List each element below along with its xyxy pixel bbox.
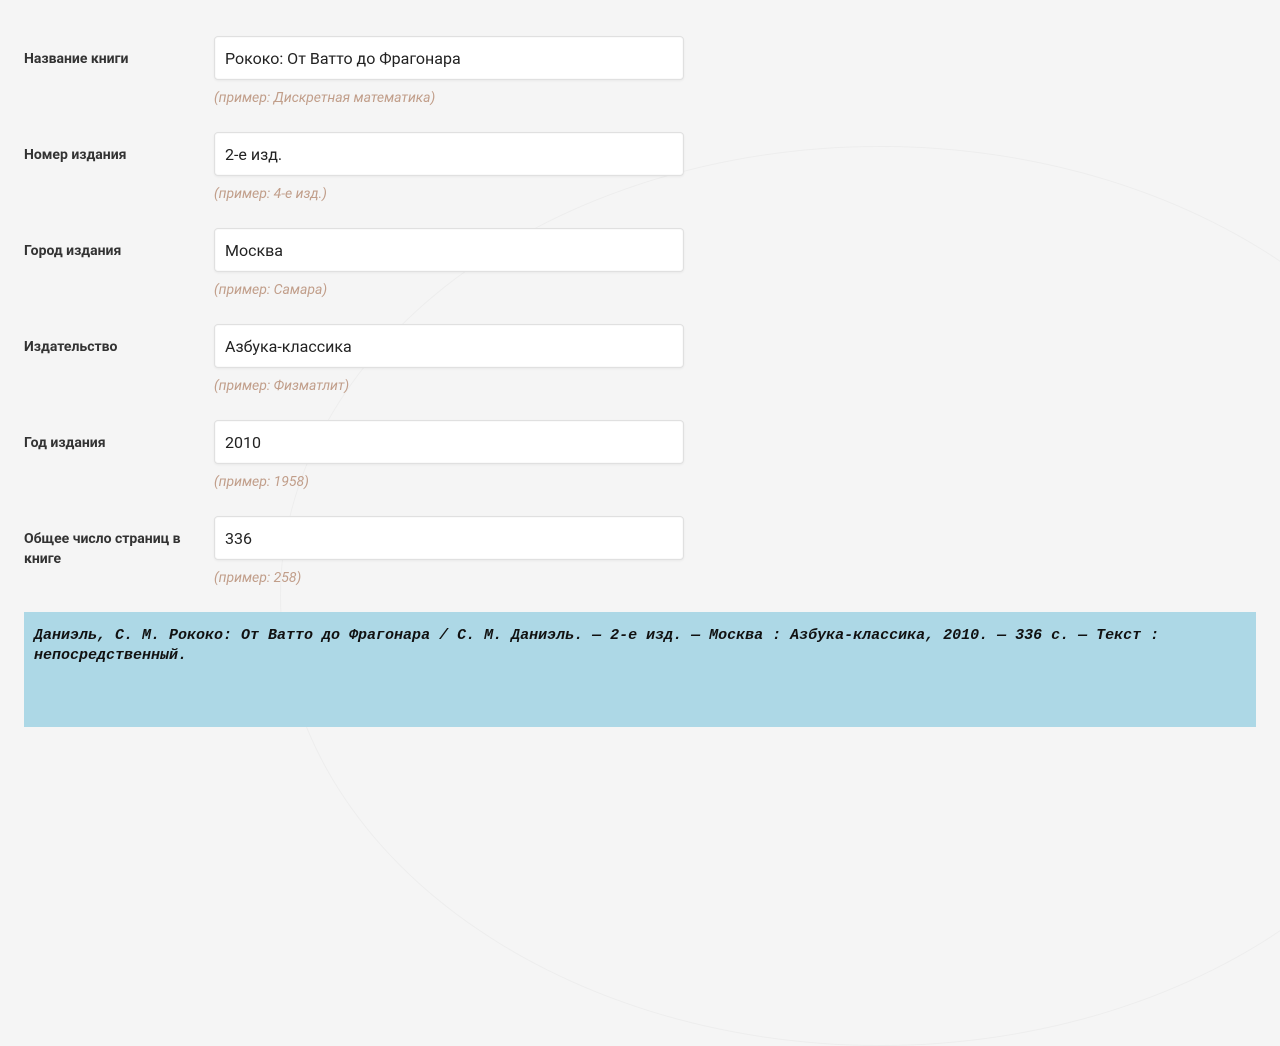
label-pages: Общее число страниц в книге <box>24 516 214 569</box>
input-edition-number[interactable] <box>214 132 684 176</box>
row-publisher: Издательство (пример: Физматлит) <box>24 324 1256 394</box>
row-year: Год издания (пример: 1958) <box>24 420 1256 490</box>
hint-pages: (пример: 258) <box>214 570 684 586</box>
label-city: Город издания <box>24 228 214 262</box>
hint-book-title: (пример: Дискретная математика) <box>214 90 684 106</box>
row-book-title: Название книги (пример: Дискретная матем… <box>24 36 1256 106</box>
hint-edition-number: (пример: 4-е изд.) <box>214 186 684 202</box>
label-publisher: Издательство <box>24 324 214 358</box>
input-city[interactable] <box>214 228 684 272</box>
citation-text: Даниэль, С. М. Рококо: От Ватто до Фраго… <box>34 627 1159 664</box>
citation-result: Даниэль, С. М. Рококо: От Ватто до Фраго… <box>24 612 1256 727</box>
row-city: Город издания (пример: Самара) <box>24 228 1256 298</box>
label-edition-number: Номер издания <box>24 132 214 166</box>
row-edition-number: Номер издания (пример: 4-е изд.) <box>24 132 1256 202</box>
label-book-title: Название книги <box>24 36 214 70</box>
hint-city: (пример: Самара) <box>214 282 684 298</box>
input-year[interactable] <box>214 420 684 464</box>
hint-publisher: (пример: Физматлит) <box>214 378 684 394</box>
form-container: Название книги (пример: Дискретная матем… <box>0 0 1280 751</box>
input-book-title[interactable] <box>214 36 684 80</box>
hint-year: (пример: 1958) <box>214 474 684 490</box>
label-year: Год издания <box>24 420 214 454</box>
row-pages: Общее число страниц в книге (пример: 258… <box>24 516 1256 586</box>
input-pages[interactable] <box>214 516 684 560</box>
input-publisher[interactable] <box>214 324 684 368</box>
